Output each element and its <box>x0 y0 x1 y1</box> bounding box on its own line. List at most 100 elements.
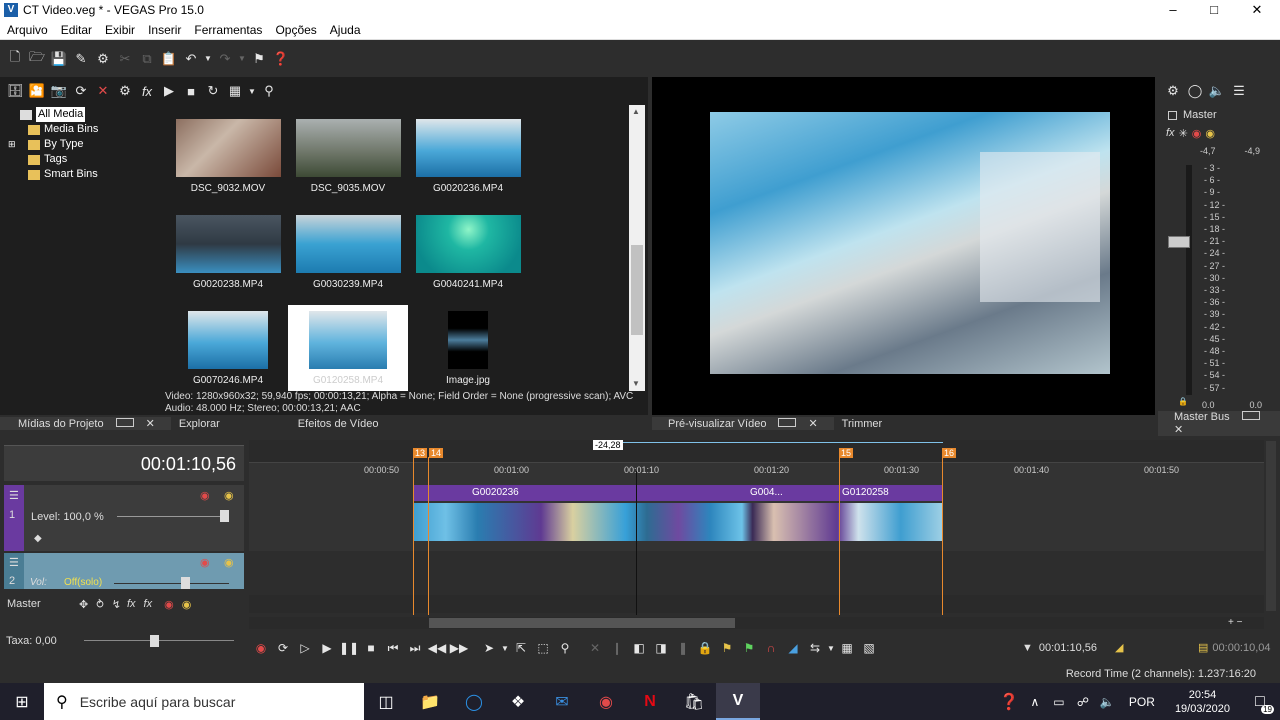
tab-master-bus[interactable]: Master Bus✕ <box>1158 411 1280 436</box>
track-2-lane[interactable] <box>249 553 1264 589</box>
master-fader-track[interactable] <box>1186 165 1192 395</box>
track-1-header[interactable]: ☰ 1 ◉ ◉ Level: 100,0 % ◆ <box>4 485 244 551</box>
clip-g004[interactable]: G004... <box>750 485 810 501</box>
tree-item-by-type[interactable]: ⊞ By Type <box>8 137 163 152</box>
media-scrollbar[interactable]: ▲ ▼ <box>629 105 645 391</box>
trim-end-icon[interactable]: ◨ <box>650 638 672 658</box>
mail-icon[interactable]: ✉ <box>540 683 584 720</box>
menu-exibir[interactable]: Exibir <box>98 23 141 37</box>
close-tab-icon[interactable]: ✕ <box>138 418 163 430</box>
menu-editar[interactable]: Editar <box>54 23 98 37</box>
tool-dropdown-icon[interactable]: ▼ <box>500 638 510 658</box>
help-icon[interactable]: ❓ <box>995 683 1023 720</box>
marker-15[interactable]: 15 <box>839 448 854 458</box>
marker-insert-icon[interactable]: ⚑ <box>716 638 738 658</box>
master-solo-icon[interactable]: ◉ <box>182 598 192 611</box>
compress-icon[interactable]: ⥁ <box>96 598 104 611</box>
rate-slider-knob[interactable] <box>150 635 159 647</box>
store-icon[interactable]: 🛍 <box>672 683 716 720</box>
master-fx-icon[interactable]: fx <box>1166 127 1175 140</box>
master-settings-gear-icon[interactable]: ⚙ <box>1162 81 1184 101</box>
marker-16[interactable]: 16 <box>942 448 957 458</box>
level-slider[interactable] <box>117 516 227 517</box>
redo-icon[interactable]: ↷ <box>214 49 236 69</box>
scroll-down-icon[interactable]: ▼ <box>632 379 640 388</box>
help-whats-this-icon[interactable]: ❓ <box>270 49 292 69</box>
group-icon[interactable]: ▦ <box>836 638 858 658</box>
solo-icon[interactable]: ◉ <box>1205 127 1215 140</box>
envelope-tool-icon[interactable]: ⇱ <box>510 638 532 658</box>
dropbox-icon[interactable]: ❖ <box>496 683 540 720</box>
track-1-solo-icon[interactable]: ◉ <box>224 489 234 502</box>
snapping-icon[interactable]: ∩ <box>760 638 782 658</box>
track-menu-icon[interactable]: ☰ <box>9 489 19 502</box>
tab-efeitos-de-video[interactable]: Efeitos de Vídeo <box>228 418 387 430</box>
clip-g0020236[interactable]: G0020236 <box>454 485 634 501</box>
loop-icon[interactable]: ⟳ <box>272 638 294 658</box>
track-2-mute-icon[interactable]: ◉ <box>200 556 210 569</box>
menu-arquivo[interactable]: Arquivo <box>0 23 54 37</box>
volume-slider[interactable] <box>114 583 229 584</box>
stop-icon[interactable]: ■ <box>360 638 382 658</box>
tab-trimmer[interactable]: Trimmer <box>834 418 891 430</box>
file-explorer-icon[interactable]: 📁 <box>408 683 452 720</box>
mixer-icon[interactable]: ☰ <box>1228 81 1250 101</box>
downmix-icon[interactable]: ◯ <box>1184 81 1206 101</box>
media-fx-icon[interactable]: fx <box>136 81 158 101</box>
go-to-end-icon[interactable]: ⏭ <box>404 638 426 658</box>
cut-icon[interactable]: ✂ <box>114 49 136 69</box>
prev-frame-icon[interactable]: ◀◀ <box>426 638 448 658</box>
lock-icon[interactable]: 🔒 <box>1178 397 1188 406</box>
render-icon[interactable]: ✎ <box>70 49 92 69</box>
play-from-start-icon[interactable]: ▷ <box>294 638 316 658</box>
import-media-icon[interactable]: 🗄 <box>4 81 26 101</box>
master-fader-knob[interactable] <box>1168 236 1190 248</box>
level-slider-knob[interactable] <box>220 510 229 522</box>
marker-13[interactable]: 13 <box>413 448 428 458</box>
vertical-zoom-bar[interactable] <box>1266 441 1276 611</box>
timeline-scrollbar[interactable] <box>249 617 1264 629</box>
master-fx-icon-2[interactable]: fx <box>144 598 153 610</box>
rate-slider[interactable] <box>84 640 234 641</box>
menu-ferramentas[interactable]: Ferramentas <box>187 23 268 37</box>
ripple-edit-icon[interactable]: ⇆ <box>804 638 826 658</box>
clip-thumbnails[interactable] <box>414 503 943 541</box>
tree-item-all-media[interactable]: All Media <box>8 107 163 122</box>
go-to-start-icon[interactable]: ⏮ <box>382 638 404 658</box>
ignore-grouping-icon[interactable]: ▧ <box>858 638 880 658</box>
trim-start-icon[interactable]: ◧ <box>628 638 650 658</box>
media-item-selected[interactable]: G0120258.MP4 <box>288 305 408 391</box>
copy-icon[interactable]: ⧉ <box>136 49 158 69</box>
playhead[interactable] <box>636 471 637 615</box>
automation-icon[interactable]: ✳ <box>1179 127 1188 140</box>
edit-tool-icon[interactable]: ➤ <box>478 638 500 658</box>
scroll-thumb[interactable] <box>631 245 643 335</box>
media-item[interactable]: DSC_9035.MOV <box>288 119 408 194</box>
tree-item-tags[interactable]: Tags <box>8 152 163 167</box>
track-2-solo-icon[interactable]: ◉ <box>224 556 234 569</box>
speaker-icon[interactable]: 🔈 <box>1206 81 1228 101</box>
master-checkbox[interactable] <box>1168 110 1177 120</box>
track-1-mute-icon[interactable]: ◉ <box>200 489 210 502</box>
save-icon[interactable]: 💾 <box>48 49 70 69</box>
volume-slider-knob[interactable] <box>181 577 190 589</box>
scroll-up-icon[interactable]: ▲ <box>632 107 640 116</box>
mute-icon[interactable]: ◉ <box>1192 127 1202 140</box>
netflix-icon[interactable]: N <box>628 683 672 720</box>
close-tab-icon[interactable]: ✕ <box>800 418 825 430</box>
chevron-up-icon[interactable]: ∧ <box>1023 683 1047 720</box>
task-view-icon[interactable]: ◫ <box>364 683 408 720</box>
undock-icon[interactable] <box>778 418 797 427</box>
lock-clip-icon[interactable]: 🔒 <box>694 638 716 658</box>
track-menu-icon[interactable]: ☰ <box>9 556 19 569</box>
master-mute-icon[interactable]: ◉ <box>164 598 174 611</box>
move-icon[interactable]: ✥ <box>79 598 88 611</box>
maximize-button[interactable]: □ <box>1191 0 1237 21</box>
media-item[interactable]: G0040241.MP4 <box>408 215 528 290</box>
media-properties-gear-icon[interactable]: ⚙ <box>114 81 136 101</box>
vegas-taskbar-icon[interactable]: V <box>716 683 760 720</box>
expand-icon[interactable]: ⊞ <box>8 137 20 152</box>
redo-dropdown-icon[interactable]: ▼ <box>236 49 248 69</box>
timeline-ruler[interactable]: -24,28 13 14 15 16 00:00:50 00:01:00 00:… <box>249 440 1264 489</box>
undock-icon[interactable] <box>115 418 134 427</box>
